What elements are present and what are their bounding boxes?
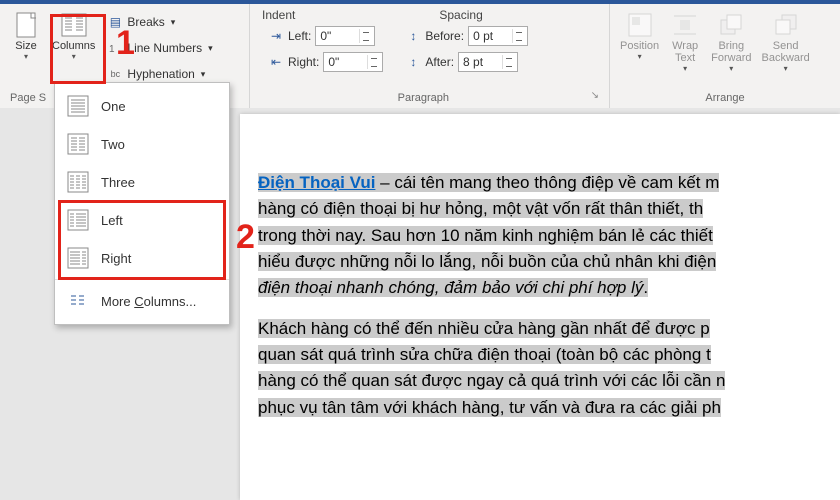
more-columns-icon [67, 290, 89, 312]
spacing-after-input[interactable]: 8 pt [458, 52, 518, 72]
paragraph-dialog-launcher[interactable]: ↘ [591, 90, 603, 106]
hyphenation-icon: bc [107, 66, 123, 82]
paragraph-label: Paragraph [256, 90, 591, 106]
spacing-before-icon: ↕ [405, 28, 421, 44]
columns-one[interactable]: One [55, 87, 229, 125]
two-column-icon [67, 133, 89, 155]
indent-right-icon: ⇤ [268, 54, 284, 70]
chevron-down-icon: ▾ [72, 52, 76, 61]
breaks-icon: ▤ [107, 14, 123, 30]
wrap-text-icon [670, 10, 700, 40]
link-dien-thoai-vui[interactable]: Điện Thoại Vui [258, 173, 375, 192]
menu-separator [55, 279, 229, 280]
arrange-group: Position▾ Wrap Text▾ Bring Forward▾ Send… [610, 4, 840, 108]
columns-two[interactable]: Two [55, 125, 229, 163]
paragraph-group: Indent Spacing ⇥ Left: 0" ⇤ Right: 0" ↕ [250, 4, 610, 108]
columns-three[interactable]: Three [55, 163, 229, 201]
line-numbers-icon: 1 [107, 40, 123, 56]
position-icon [625, 10, 655, 40]
one-column-icon [67, 95, 89, 117]
spacing-header: Spacing [439, 8, 482, 22]
more-columns[interactable]: More Columns... [55, 282, 229, 320]
spacing-after-icon: ↕ [405, 54, 421, 70]
send-backward-icon [771, 10, 801, 40]
arrange-label: Arrange [616, 90, 834, 106]
send-backward-button[interactable]: Send Backward▾ [757, 8, 813, 90]
right-column-icon [67, 247, 89, 269]
size-button[interactable]: Size ▾ [6, 8, 46, 90]
columns-left[interactable]: Left [55, 201, 229, 239]
three-column-icon [67, 171, 89, 193]
chevron-down-icon: ▾ [24, 52, 28, 61]
spacing-before-input[interactable]: 0 pt [468, 26, 528, 46]
breaks-button[interactable]: ▤ Breaks▾ [107, 10, 212, 34]
columns-dropdown: One Two Three Left Right More Columns... [54, 82, 230, 325]
paragraph-2: Khách hàng có thể đến nhiều cửa hàng gần… [258, 316, 822, 421]
page[interactable]: Điện Thoại Vui – cái tên mang theo thông… [240, 114, 840, 500]
indent-right-input[interactable]: 0" [323, 52, 383, 72]
columns-button[interactable]: Columns ▾ [48, 8, 99, 90]
position-button[interactable]: Position▾ [616, 8, 663, 90]
bring-forward-icon [716, 10, 746, 40]
page-size-icon [11, 10, 41, 40]
columns-icon [59, 10, 89, 40]
indent-left-icon: ⇥ [268, 28, 284, 44]
bring-forward-button[interactable]: Bring Forward▾ [707, 8, 755, 90]
columns-right[interactable]: Right [55, 239, 229, 277]
left-column-icon [67, 209, 89, 231]
wrap-text-button[interactable]: Wrap Text▾ [665, 8, 705, 90]
indent-header: Indent [262, 8, 295, 22]
paragraph-1: Điện Thoại Vui – cái tên mang theo thông… [258, 170, 822, 302]
line-numbers-button[interactable]: 1 Line Numbers▾ [107, 36, 212, 60]
svg-text:1: 1 [109, 44, 115, 54]
indent-left-input[interactable]: 0" [315, 26, 375, 46]
